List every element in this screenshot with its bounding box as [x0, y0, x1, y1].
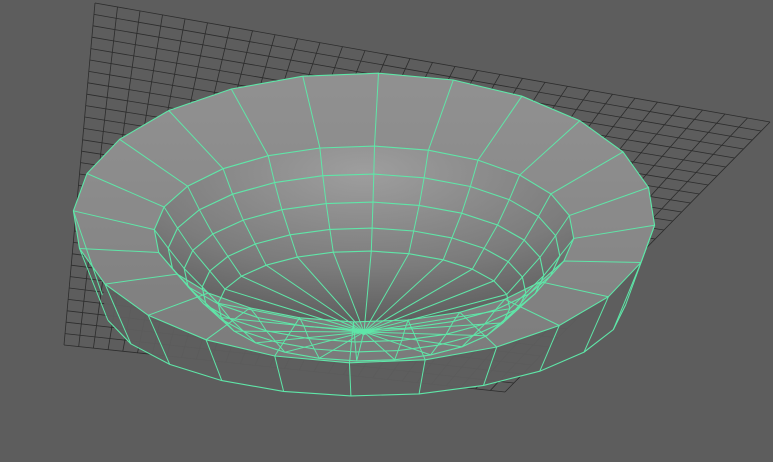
- bowl-pole-vertex: [361, 329, 367, 335]
- bowl-mesh[interactable]: [72, 72, 656, 397]
- bowl-inner-surface: [154, 146, 574, 322]
- 3d-viewport[interactable]: [0, 0, 773, 462]
- viewport-canvas[interactable]: [0, 0, 773, 462]
